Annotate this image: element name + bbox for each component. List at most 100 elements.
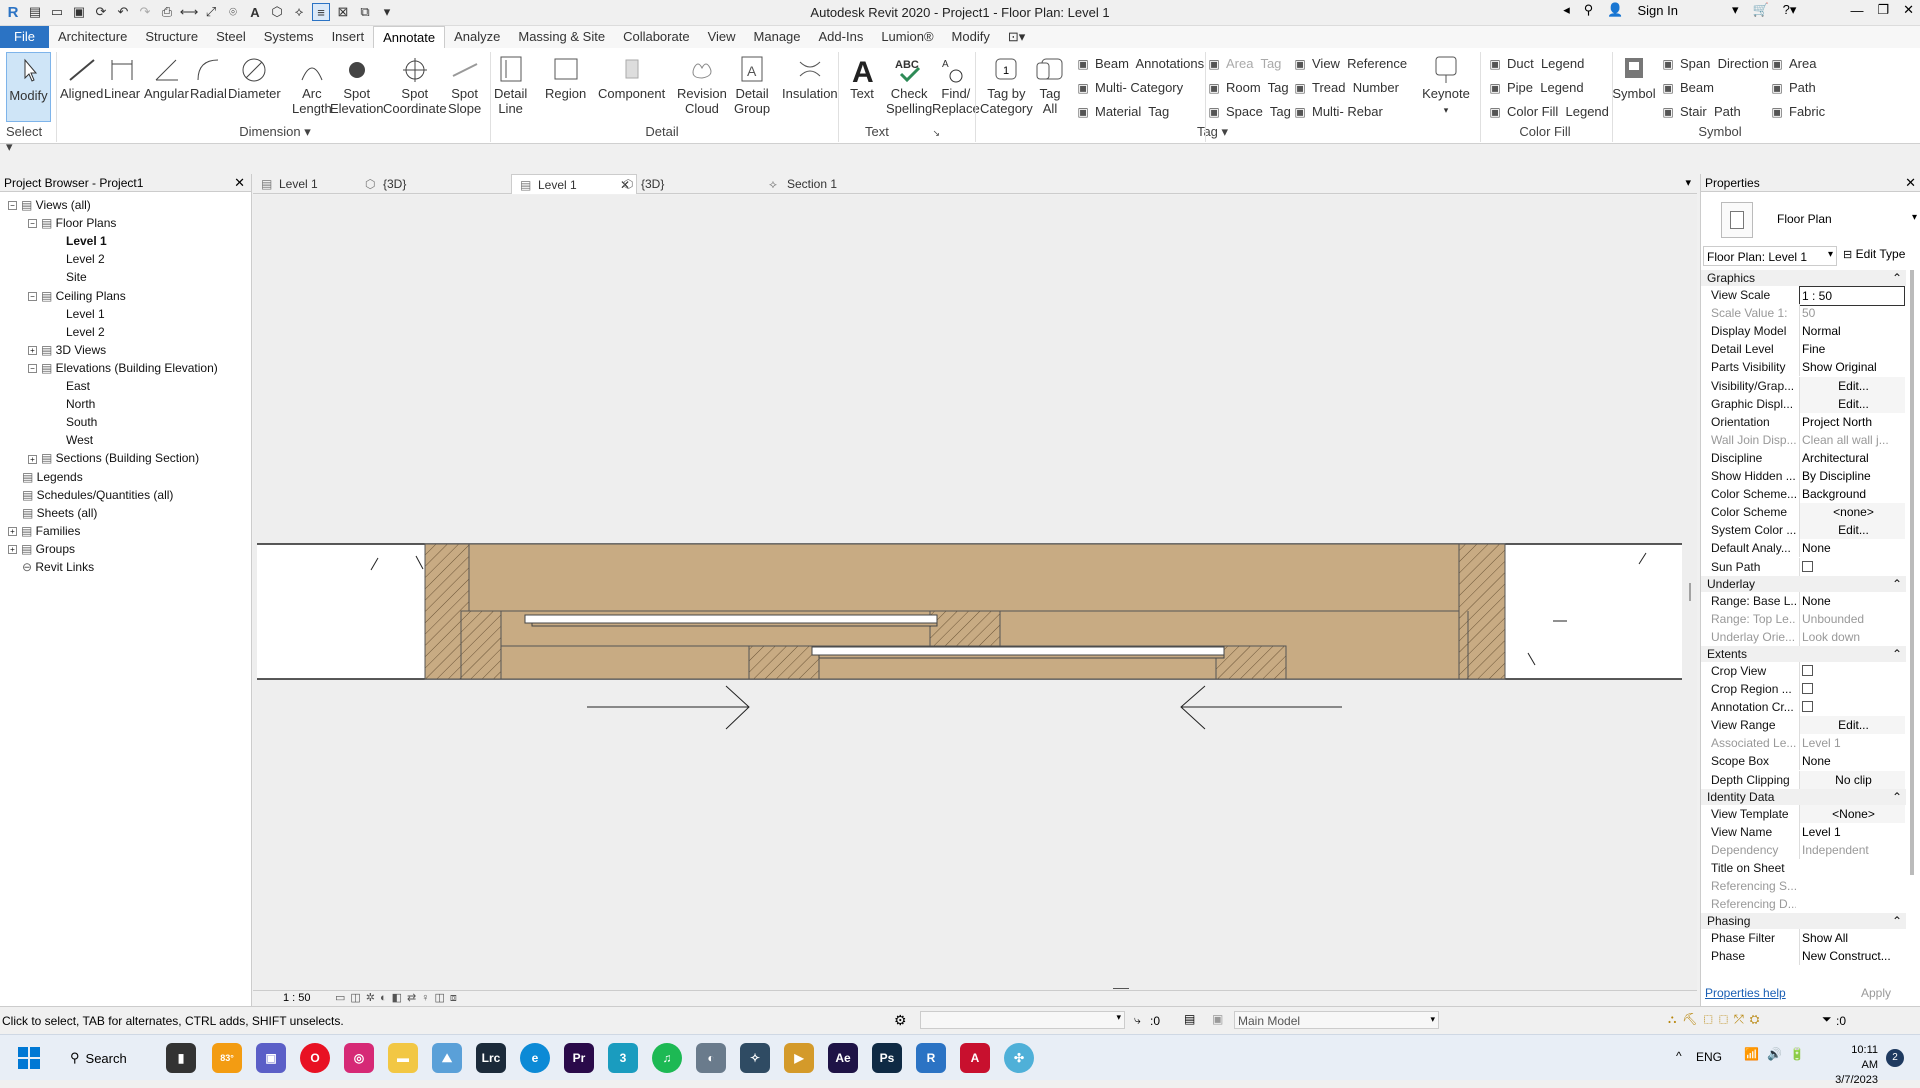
prop-value[interactable]: None bbox=[1799, 752, 1905, 771]
revision-cloud-button[interactable]: Revision Cloud bbox=[677, 54, 727, 116]
tab-structure[interactable]: Structure bbox=[136, 26, 207, 48]
lightroom-icon[interactable]: Lrc bbox=[476, 1043, 506, 1073]
collapse-group-icon[interactable]: ⌃ bbox=[1892, 789, 1902, 805]
prop-value[interactable]: Edit... bbox=[1799, 394, 1905, 413]
spot-elevation-button[interactable]: Spot Elevation bbox=[330, 54, 383, 116]
collapse-group-icon[interactable]: ⌃ bbox=[1892, 270, 1902, 286]
close-properties-icon[interactable]: ✕ bbox=[1905, 175, 1916, 191]
detail-group-button[interactable]: A Detail Group bbox=[734, 54, 770, 116]
task-view-icon[interactable]: ▮ bbox=[166, 1043, 196, 1073]
expand-icon[interactable]: + bbox=[8, 527, 17, 537]
room-tag-button[interactable]: ▣ Room Tag bbox=[1207, 80, 1288, 95]
tray-icons[interactable]: 📶🔊🔋 bbox=[1744, 1047, 1813, 1061]
clock[interactable]: 10:11 AM 3/7/2023 bbox=[1834, 1043, 1878, 1088]
tab-massing-site[interactable]: Massing & Site bbox=[509, 26, 614, 48]
browser-item-south[interactable]: South bbox=[66, 413, 97, 431]
app-tool-icon[interactable]: ✧ bbox=[740, 1043, 770, 1073]
tab-architecture[interactable]: Architecture bbox=[49, 26, 136, 48]
prop-color-scheme[interactable]: Color Scheme... Background bbox=[1701, 485, 1906, 504]
weather-icon[interactable]: 83° bbox=[212, 1043, 242, 1073]
type-selector[interactable]: Floor Plan ▾ bbox=[1701, 196, 1920, 244]
drawing-canvas[interactable] bbox=[253, 195, 1697, 990]
browser-item-sections-building-section[interactable]: + ▤ Sections (Building Section) bbox=[28, 449, 199, 467]
close-window-icon[interactable]: ✕ bbox=[1903, 2, 1914, 18]
search-box[interactable]: ⚲ Search bbox=[70, 1044, 158, 1072]
browser-item-revit-links[interactable]: ⊖ Revit Links bbox=[22, 558, 94, 576]
prop-value[interactable]: Show Original bbox=[1799, 358, 1905, 377]
tab-file[interactable]: File bbox=[0, 26, 49, 48]
edge-icon[interactable]: e bbox=[520, 1043, 550, 1073]
view-tab-level-1[interactable]: ▤ Level 1 bbox=[253, 174, 353, 194]
material-tag-button[interactable]: ▣ Material Tag bbox=[1076, 104, 1169, 119]
prop-color-scheme[interactable]: Color Scheme <none> bbox=[1701, 503, 1906, 522]
arc-length-button[interactable]: Arc Length bbox=[292, 54, 332, 116]
dimension-panel-label[interactable]: Dimension ▾ bbox=[60, 124, 490, 140]
app-menu-icon[interactable]: ▤ bbox=[26, 3, 44, 21]
prop-value[interactable]: Fine bbox=[1799, 340, 1905, 359]
prop-annotation-cr[interactable]: Annotation Cr... bbox=[1701, 698, 1906, 718]
tab-lumion[interactable]: Lumion® bbox=[872, 26, 942, 48]
prop-phase-filter[interactable]: Phase Filter Show All bbox=[1701, 929, 1906, 948]
autocad-icon[interactable]: A bbox=[960, 1043, 990, 1073]
collapse-group-icon[interactable]: ⌃ bbox=[1892, 576, 1902, 592]
filter-icon[interactable]: ⏷ bbox=[1822, 1012, 1832, 1027]
prop-value[interactable]: Architectural bbox=[1799, 448, 1905, 467]
region-button[interactable]: Region bbox=[545, 54, 586, 101]
tab-view[interactable]: View bbox=[699, 26, 745, 48]
tab-modify[interactable]: Modify bbox=[943, 26, 999, 48]
browser-item-ceiling-plans[interactable]: − ▤ Ceiling Plans bbox=[28, 287, 126, 305]
browser-item-3d-views[interactable]: + ▤ 3D Views bbox=[28, 341, 106, 359]
linear-button[interactable]: Linear bbox=[104, 54, 140, 101]
save-icon[interactable]: ▣ bbox=[70, 3, 88, 21]
prop-orientation[interactable]: Orientation Project North bbox=[1701, 412, 1906, 431]
photos-icon[interactable]: ⛰ bbox=[432, 1043, 462, 1073]
tread-number-button[interactable]: ▣ Tread Number bbox=[1293, 80, 1399, 95]
prop-value[interactable]: New Construct... bbox=[1799, 947, 1905, 966]
expand-icon[interactable]: + bbox=[28, 346, 37, 356]
properties-help-link[interactable]: Properties help bbox=[1705, 986, 1786, 1000]
browser-item-legends[interactable]: ▤ Legends bbox=[22, 468, 83, 486]
prop-value[interactable]: Project North bbox=[1799, 412, 1905, 431]
horizontal-scroll-handle[interactable] bbox=[1113, 988, 1129, 989]
multi-rebar-button[interactable]: ▣ Multi- Rebar bbox=[1293, 104, 1382, 119]
prop-value[interactable] bbox=[1799, 680, 1905, 699]
prop-discipline[interactable]: Discipline Architectural bbox=[1701, 448, 1906, 467]
view-controls-icons[interactable]: ▭◫✲◐◧⇄♀◫⧈ bbox=[335, 991, 462, 1005]
sign-in-link[interactable]: Sign In bbox=[1637, 3, 1677, 18]
collapse-icon[interactable]: − bbox=[28, 291, 37, 301]
undo-icon[interactable]: ↶ bbox=[114, 3, 132, 21]
premiere-icon[interactable]: Pr bbox=[564, 1043, 594, 1073]
tab-annotate[interactable]: Annotate bbox=[373, 26, 446, 48]
span-direction-button[interactable]: ▣ Span Direction bbox=[1661, 56, 1769, 71]
radial-button[interactable]: Radial bbox=[190, 54, 227, 101]
prop-value[interactable] bbox=[1799, 557, 1905, 577]
design-options-icon[interactable]: ▤ bbox=[1184, 1012, 1195, 1026]
close-browser-icon[interactable]: ✕ bbox=[234, 175, 245, 191]
tag-all-button[interactable]: Tag All bbox=[1034, 54, 1066, 116]
prop-show-hidden[interactable]: Show Hidden ... By Discipline bbox=[1701, 467, 1906, 485]
sliding-panel-lower[interactable] bbox=[811, 646, 1225, 656]
path-button[interactable]: ▣ Path bbox=[1770, 80, 1815, 95]
browser-item-level-1[interactable]: Level 1 bbox=[66, 305, 105, 323]
prop-value[interactable]: <none> bbox=[1799, 503, 1905, 522]
tab-add-ins[interactable]: Add-Ins bbox=[810, 26, 873, 48]
prop-value[interactable]: Normal bbox=[1799, 322, 1905, 341]
tab-analyze[interactable]: Analyze bbox=[445, 26, 509, 48]
prop-graphic-displ[interactable]: Graphic Displ... Edit... bbox=[1701, 394, 1906, 413]
apply-button[interactable]: Apply bbox=[1861, 986, 1891, 1000]
component-button[interactable]: Component bbox=[598, 54, 665, 101]
aligned-dimension-icon[interactable]: ⤢ bbox=[202, 3, 220, 21]
browser-item-sheets-all[interactable]: ▤ Sheets (all) bbox=[22, 504, 97, 522]
type-dropdown-icon[interactable]: ▾ bbox=[1912, 212, 1917, 223]
teams-icon[interactable]: ▣ bbox=[256, 1043, 286, 1073]
ribbon-toggle-icon[interactable]: ⊡▾ bbox=[999, 26, 1034, 48]
view-reference-button[interactable]: ▣ View Reference bbox=[1293, 56, 1407, 71]
check-spelling-button[interactable]: ABC Check Spelling bbox=[886, 54, 932, 116]
tab-systems[interactable]: Systems bbox=[255, 26, 323, 48]
prop-crop-region[interactable]: Crop Region ... bbox=[1701, 680, 1906, 699]
group-identity-data[interactable]: Identity Data ⌃ bbox=[1701, 788, 1906, 805]
selection-tools-icons[interactable]: ⛬⛏⬚⬚⤱⛭ bbox=[1668, 1012, 1765, 1027]
prop-parts-visibility[interactable]: Parts Visibility Show Original bbox=[1701, 358, 1906, 377]
app-earth-icon[interactable]: ✣ bbox=[1004, 1043, 1034, 1073]
tab-insert[interactable]: Insert bbox=[323, 26, 374, 48]
